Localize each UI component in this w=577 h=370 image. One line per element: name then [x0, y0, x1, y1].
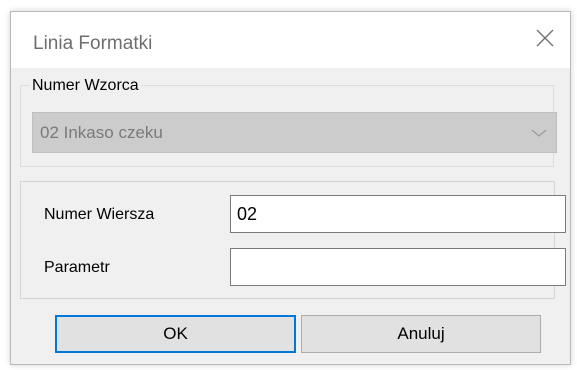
pattern-select-value: 02 Inkaso czeku — [40, 123, 163, 142]
close-icon — [535, 28, 555, 53]
pattern-group-legend: Numer Wzorca — [29, 77, 142, 95]
parameter-input[interactable] — [230, 248, 566, 286]
chevron-down-icon — [530, 125, 548, 141]
close-button[interactable] — [526, 22, 564, 58]
window-title: Linia Formatki — [33, 33, 153, 54]
parameter-label: Parametr — [44, 259, 110, 276]
row-number-input[interactable] — [230, 195, 566, 233]
title-bar: Linia Formatki — [11, 12, 570, 68]
row-number-label: Numer Wiersza — [44, 206, 155, 223]
pattern-select[interactable]: 02 Inkaso czeku — [32, 112, 557, 153]
ok-button[interactable]: OK — [55, 315, 296, 353]
cancel-button[interactable]: Anuluj — [301, 315, 541, 353]
